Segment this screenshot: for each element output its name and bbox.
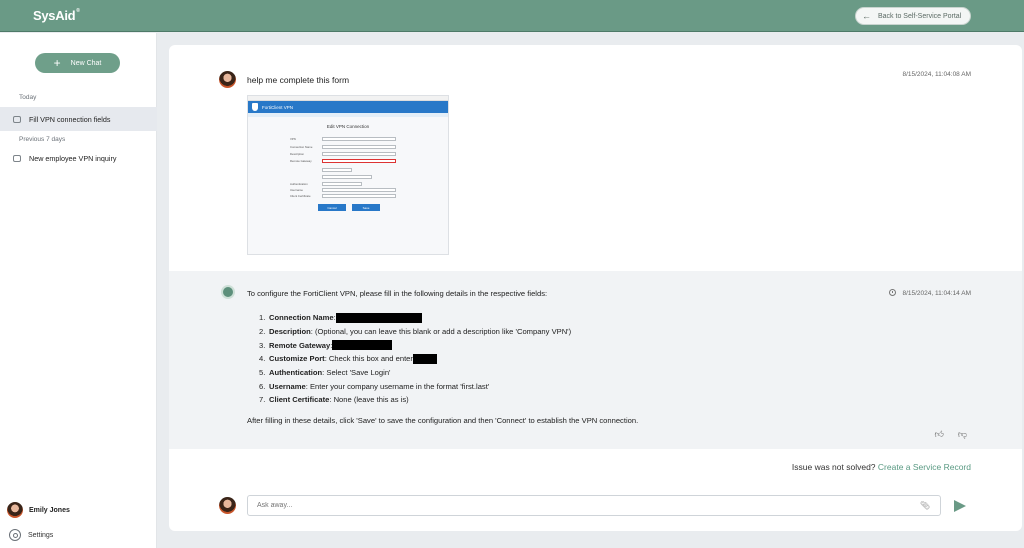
- list-item: 5. Authentication: Select 'Save Login': [259, 368, 391, 378]
- redacted-block: [412, 353, 437, 364]
- chat-history-item-fill-vpn[interactable]: Fill VPN connection fields: [0, 107, 157, 131]
- assistant-avatar: [221, 285, 235, 299]
- create-service-record-link[interactable]: Create a Service Record: [878, 462, 971, 472]
- screenshot-field: VPN: [290, 137, 396, 141]
- list-item: 7. Client Certificate: None (leave this a…: [259, 395, 409, 405]
- paperclip-icon[interactable]: 📎︎: [920, 501, 932, 510]
- section-label-today: Today: [19, 94, 37, 101]
- user-message-text: help me complete this form: [247, 75, 350, 85]
- arrow-left-icon: ←: [862, 11, 871, 21]
- user-avatar: [7, 502, 23, 518]
- list-item: 2. Description: (Optional, you can leave …: [259, 327, 572, 337]
- plus-icon: +: [53, 56, 61, 70]
- screenshot-field: Authentication: [290, 182, 362, 186]
- issue-not-solved-row: Issue was not solved? Create a Service R…: [791, 462, 971, 472]
- section-label-previous-7-days: Previous 7 days: [19, 136, 66, 143]
- redacted-block: [332, 340, 393, 351]
- back-to-portal-button[interactable]: ← Back to Self-Service Portal: [855, 7, 971, 25]
- user-avatar: [219, 497, 236, 514]
- screenshot-field: Connection Name: [290, 145, 396, 149]
- list-item: 4. Customize Port: Check this box and ent…: [259, 352, 571, 366]
- screenshot-app-header: FortiClient VPN: [248, 101, 448, 113]
- screenshot-buttons: Cancel Save: [318, 204, 380, 211]
- screenshot-field: Description: [290, 152, 396, 156]
- feedback-buttons: 👍︎ 👎︎: [934, 429, 967, 440]
- message-timestamp: 8/15/2024, 11:04:14 AM: [889, 289, 971, 297]
- screenshot-field: Remote Gateway: [290, 159, 396, 163]
- screenshot-field: [290, 168, 352, 172]
- gear-icon: [9, 529, 21, 541]
- chat-composer[interactable]: 📎︎: [247, 495, 941, 516]
- settings-button[interactable]: Settings: [9, 529, 53, 541]
- screenshot-save-button: Save: [352, 204, 380, 211]
- assistant-intro-text: To configure the FortiClient VPN, please…: [247, 289, 548, 298]
- list-item: 6. Username: Enter your company username …: [259, 381, 490, 391]
- chat-bubble-icon: [13, 115, 21, 123]
- screenshot-field: [290, 175, 372, 179]
- user-message: help me complete this form 8/15/2024, 11…: [169, 59, 1022, 271]
- clock-icon: [889, 289, 897, 296]
- message-timestamp: 8/15/2024, 11:04:08 AM: [902, 71, 971, 78]
- user-profile[interactable]: Emily Jones: [7, 502, 70, 518]
- send-icon[interactable]: [954, 500, 966, 512]
- shield-icon: [252, 103, 258, 111]
- instruction-list: 1. Connection Name: 2. Description: (Optio…: [259, 311, 571, 407]
- attached-screenshot[interactable]: FortiClient VPN Edit VPN Connection VPN …: [247, 95, 449, 255]
- sidebar: + New Chat Today Fill VPN connection fie…: [0, 33, 157, 548]
- chat-bubble-icon: [13, 154, 21, 162]
- list-item: 3. Remote Gateway:: [259, 338, 571, 352]
- chat-history-item-new-employee-vpn[interactable]: New employee VPN inquiry: [0, 146, 157, 170]
- user-avatar: [219, 71, 236, 88]
- screenshot-form-title: Edit VPN Connection: [326, 124, 370, 129]
- list-item: 1. Connection Name:: [259, 311, 571, 325]
- assistant-closing-text: After filling in these details, click 'S…: [247, 416, 639, 425]
- screenshot-field: Username: [290, 188, 396, 192]
- thumbs-down-icon[interactable]: 👎︎: [958, 429, 967, 440]
- message-input[interactable]: [257, 502, 920, 509]
- screenshot-cancel-button: Cancel: [318, 204, 346, 211]
- thumbs-up-icon[interactable]: 👍︎: [934, 429, 943, 440]
- redacted-block: [335, 312, 422, 323]
- chat-panel: help me complete this form 8/15/2024, 11…: [169, 45, 1022, 531]
- new-chat-button[interactable]: + New Chat: [35, 53, 120, 73]
- sysaid-logo[interactable]: SysAid®: [33, 8, 80, 23]
- screenshot-field: Client Certificate: [290, 194, 396, 198]
- top-bar: SysAid® ← Back to Self-Service Portal: [0, 0, 1024, 32]
- screenshot-upgrade-banner: [248, 113, 448, 117]
